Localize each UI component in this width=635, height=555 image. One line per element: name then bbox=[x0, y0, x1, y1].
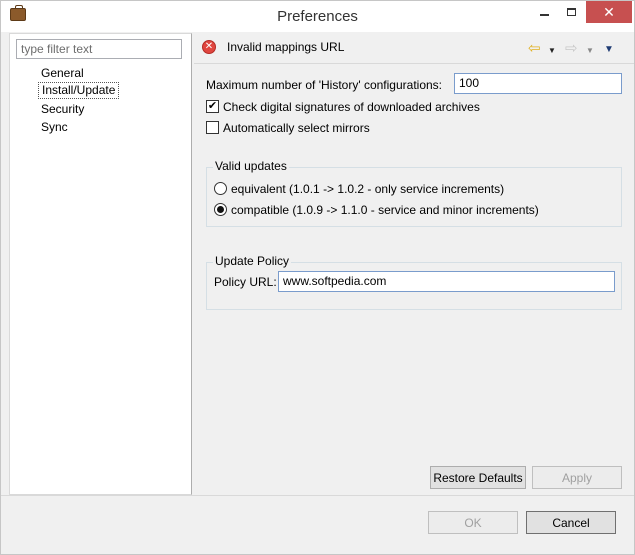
tree-item-general[interactable]: General bbox=[38, 65, 87, 82]
view-menu-icon[interactable]: ▼ bbox=[604, 42, 614, 58]
page-message: ✕ Invalid mappings URL bbox=[202, 38, 344, 56]
minimize-button[interactable] bbox=[531, 1, 557, 23]
tree-item-security[interactable]: Security bbox=[38, 101, 87, 118]
minimize-icon bbox=[539, 14, 549, 16]
radio-equivalent-row[interactable]: equivalent (1.0.1 -> 1.0.2 - only servic… bbox=[214, 181, 504, 196]
history-input[interactable]: 100 bbox=[454, 73, 622, 94]
update-policy-title: Update Policy bbox=[213, 254, 292, 268]
header-divider bbox=[194, 63, 634, 64]
footer-divider bbox=[1, 495, 634, 496]
policy-url-label: Policy URL: bbox=[214, 275, 277, 289]
close-button[interactable]: ✕ bbox=[586, 1, 632, 23]
auto-mirrors-checkbox[interactable] bbox=[206, 121, 219, 134]
radio-compatible-label: compatible (1.0.9 -> 1.1.0 - service and… bbox=[231, 202, 539, 217]
radio-selected-dot bbox=[217, 206, 224, 213]
maximize-icon bbox=[566, 8, 576, 16]
radio-compatible[interactable] bbox=[214, 203, 227, 216]
title-bar: Preferences ✕ bbox=[1, 1, 634, 32]
radio-equivalent[interactable] bbox=[214, 182, 227, 195]
tree-item-sync[interactable]: Sync bbox=[38, 119, 71, 136]
back-arrow-icon[interactable]: ⇦ bbox=[528, 41, 541, 57]
filter-input[interactable] bbox=[16, 39, 182, 59]
radio-compatible-row[interactable]: compatible (1.0.9 -> 1.1.0 - service and… bbox=[214, 202, 539, 217]
forward-arrow-icon[interactable]: ⇨ bbox=[565, 41, 578, 57]
back-dropdown-icon[interactable]: ▼ bbox=[548, 43, 556, 59]
forward-dropdown-icon[interactable]: ▼ bbox=[586, 43, 594, 59]
ok-button[interactable]: OK bbox=[428, 511, 518, 534]
preference-tree-panel: General Install/Update Security Sync bbox=[9, 33, 192, 495]
check-signatures-label: Check digital signatures of downloaded a… bbox=[223, 99, 480, 114]
maximize-button[interactable] bbox=[558, 1, 584, 23]
preferences-window: Preferences ✕ General Install/Update Sec… bbox=[0, 0, 635, 555]
history-label: Maximum number of 'History' configuratio… bbox=[206, 78, 442, 92]
tree-item-install-update[interactable]: Install/Update bbox=[38, 82, 120, 99]
check-signatures-row[interactable]: ✔ Check digital signatures of downloaded… bbox=[206, 99, 480, 114]
restore-defaults-button[interactable]: Restore Defaults bbox=[430, 466, 526, 489]
error-message: Invalid mappings URL bbox=[227, 40, 345, 54]
auto-mirrors-row[interactable]: Automatically select mirrors bbox=[206, 120, 370, 135]
error-icon: ✕ bbox=[202, 40, 216, 54]
auto-mirrors-label: Automatically select mirrors bbox=[223, 120, 370, 135]
policy-url-input[interactable]: www.softpedia.com bbox=[278, 271, 615, 292]
check-signatures-checkbox[interactable]: ✔ bbox=[206, 100, 219, 113]
close-icon: ✕ bbox=[603, 3, 615, 20]
valid-updates-title: Valid updates bbox=[213, 159, 289, 173]
cancel-button[interactable]: Cancel bbox=[526, 511, 616, 534]
valid-updates-group: Valid updates bbox=[206, 159, 622, 227]
apply-button[interactable]: Apply bbox=[532, 466, 622, 489]
radio-equivalent-label: equivalent (1.0.1 -> 1.0.2 - only servic… bbox=[231, 181, 505, 196]
